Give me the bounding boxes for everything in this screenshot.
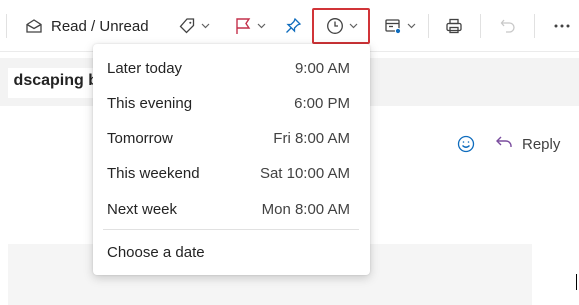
- pin-button[interactable]: [280, 10, 306, 42]
- reply-button[interactable]: Reply: [494, 132, 560, 156]
- snooze-menu: Later today 9:00 AM This evening 6:00 PM…: [93, 44, 370, 275]
- menu-item-label: This evening: [107, 94, 193, 112]
- envelope-open-icon: [24, 16, 44, 36]
- subject-text: dscaping b: [13, 72, 98, 89]
- rules-button[interactable]: [378, 10, 420, 42]
- read-unread-button[interactable]: Read / Unread: [24, 10, 152, 42]
- menu-item-label: Next week: [107, 200, 178, 218]
- flag-button[interactable]: [228, 10, 270, 42]
- rules-icon: [383, 16, 403, 36]
- chevron-down-icon: [407, 23, 416, 29]
- menu-item-next-week[interactable]: Next week Mon 8:00 AM: [93, 192, 370, 226]
- menu-item-time: 9:00 AM: [294, 59, 350, 77]
- chevron-down-icon: [257, 23, 266, 29]
- read-unread-label: Read / Unread: [51, 17, 149, 35]
- menu-item-time: Mon 8:00 AM: [261, 200, 350, 218]
- menu-divider: [103, 229, 359, 230]
- clock-icon: [325, 16, 345, 36]
- text-cursor: [576, 274, 577, 290]
- menu-item-label: Choose a date: [107, 243, 205, 261]
- menu-item-label: Later today: [107, 59, 183, 77]
- menu-item-time: Sat 10:00 AM: [259, 164, 350, 182]
- undo-icon: [498, 16, 518, 36]
- smiley-icon: [456, 135, 476, 158]
- menu-item-choose-date[interactable]: Choose a date: [93, 235, 370, 269]
- print-button[interactable]: [440, 10, 468, 42]
- reply-arrow-icon: [494, 132, 514, 156]
- flag-icon: [233, 16, 253, 36]
- menu-item-label: This weekend: [107, 164, 200, 182]
- menu-item-later-today[interactable]: Later today 9:00 AM: [93, 51, 370, 85]
- menu-item-tomorrow[interactable]: Tomorrow Fri 8:00 AM: [93, 121, 370, 155]
- menu-item-this-evening[interactable]: This evening 6:00 PM: [93, 86, 370, 120]
- ellipsis-icon: [553, 23, 571, 29]
- undo-button[interactable]: [494, 10, 522, 42]
- snooze-button[interactable]: [312, 8, 370, 44]
- printer-icon: [444, 16, 464, 36]
- categorize-button[interactable]: [172, 10, 214, 42]
- toolbar-separator: [428, 14, 429, 38]
- reply-label: Reply: [522, 135, 561, 153]
- tag-icon: [177, 16, 197, 36]
- chevron-down-icon: [201, 23, 210, 29]
- menu-item-this-weekend[interactable]: This weekend Sat 10:00 AM: [93, 156, 370, 190]
- more-options-button[interactable]: [548, 10, 576, 42]
- menu-item-time: 6:00 PM: [294, 94, 350, 112]
- toolbar-separator: [534, 14, 535, 38]
- toolbar-separator: [6, 14, 7, 38]
- pin-icon: [283, 16, 303, 36]
- chevron-down-icon: [349, 23, 358, 29]
- menu-item-time: Fri 8:00 AM: [273, 129, 350, 147]
- message-subject: dscaping b: [8, 68, 98, 98]
- toolbar-separator: [480, 14, 481, 38]
- menu-item-label: Tomorrow: [107, 129, 173, 147]
- emoji-reaction-button[interactable]: [456, 134, 476, 159]
